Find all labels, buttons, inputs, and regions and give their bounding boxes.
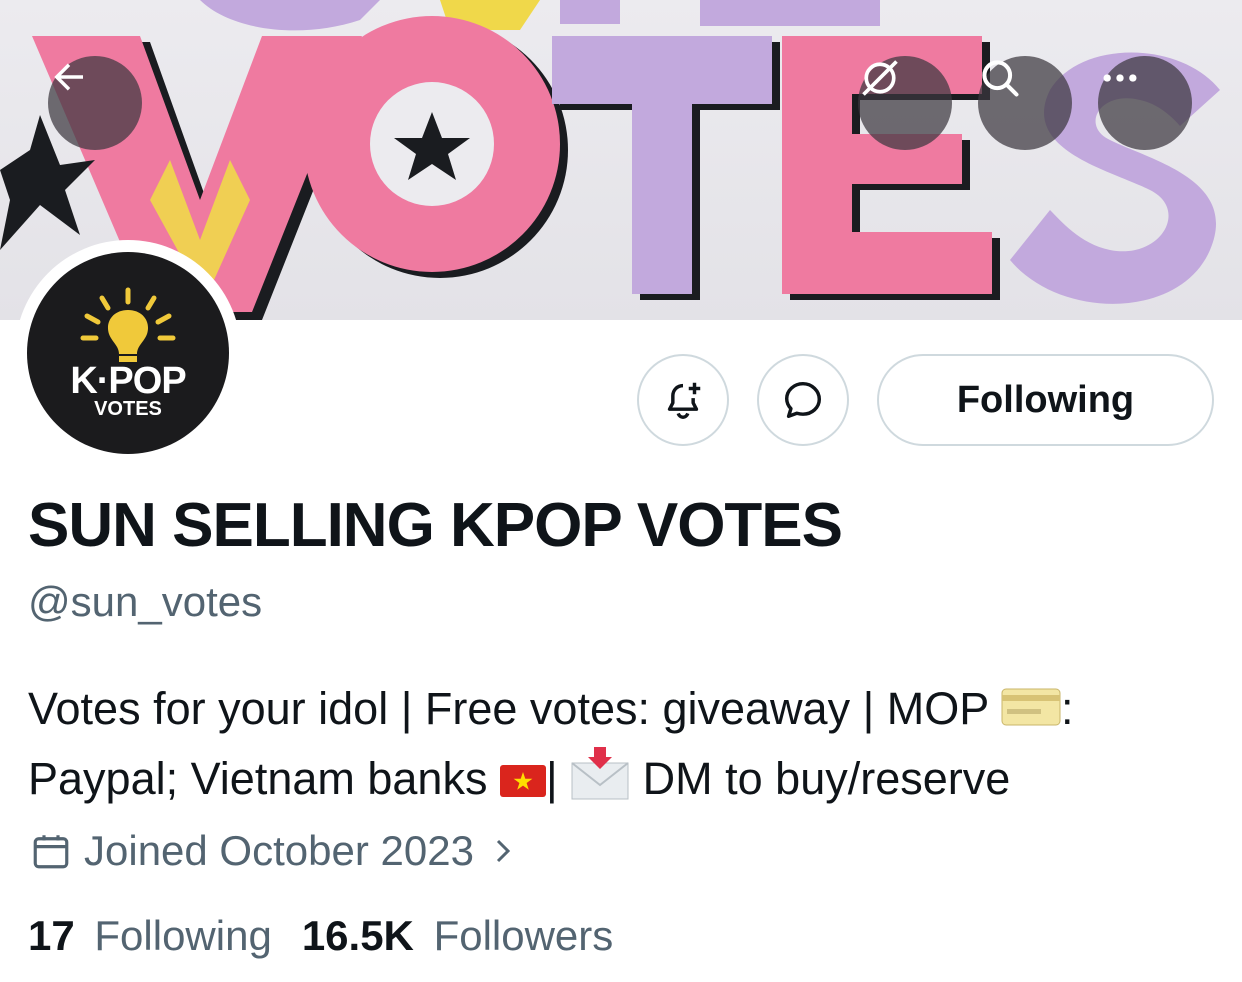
vietnam-flag-icon [499, 749, 546, 815]
user-handle: @sun_votes [28, 578, 263, 625]
followers-link[interactable]: 16.5K Followers [302, 912, 613, 960]
bio-text-5: DM to buy/reserve [630, 753, 1011, 804]
following-button[interactable]: Following [877, 354, 1214, 446]
profile-bio: Votes for your idol | Free votes: giveaw… [28, 676, 1218, 819]
following-label: Following [94, 912, 272, 959]
follow-stats: 17 Following 16.5K Followers [28, 912, 613, 960]
credit-card-icon [1001, 679, 1061, 745]
joined-date-text: Joined October 2023 [84, 827, 474, 874]
bio-text-1: Votes for your idol | Free votes: giveaw… [28, 683, 1001, 734]
bell-plus-icon [667, 382, 701, 419]
back-button[interactable] [48, 56, 142, 150]
slashed-circle-icon [862, 60, 898, 96]
following-count: 17 [28, 912, 75, 959]
joined-date-row[interactable]: Joined October 2023 [30, 826, 518, 876]
following-link[interactable]: 17 Following [28, 912, 272, 960]
bio-text-2: : [1060, 683, 1074, 734]
grok-button[interactable] [858, 56, 952, 150]
avatar-logo-subtext: VOTES [94, 398, 162, 420]
arrow-left-icon [54, 63, 83, 91]
more-dots-icon [1103, 74, 1137, 82]
more-button[interactable] [1098, 56, 1192, 150]
followers-count: 16.5K [301, 912, 414, 959]
search-button[interactable] [978, 56, 1072, 150]
envelope-arrow-icon [570, 745, 630, 819]
followers-label: Followers [433, 912, 614, 959]
calendar-icon [33, 835, 69, 869]
bio-text-4: | [545, 753, 571, 804]
bio-text-3: Paypal; Vietnam banks [28, 753, 500, 804]
avatar[interactable]: K·POP VOTES [27, 252, 229, 454]
avatar-logo-text: K·POP [70, 360, 186, 402]
search-icon [982, 60, 1019, 97]
display-name: SUN SELLING KPOP VOTES [28, 491, 843, 560]
chevron-right-icon [496, 839, 511, 863]
lightbulb-icon [80, 287, 176, 362]
chat-bubble-icon [784, 381, 822, 419]
notifications-button[interactable] [637, 354, 729, 446]
message-button[interactable] [757, 354, 849, 446]
